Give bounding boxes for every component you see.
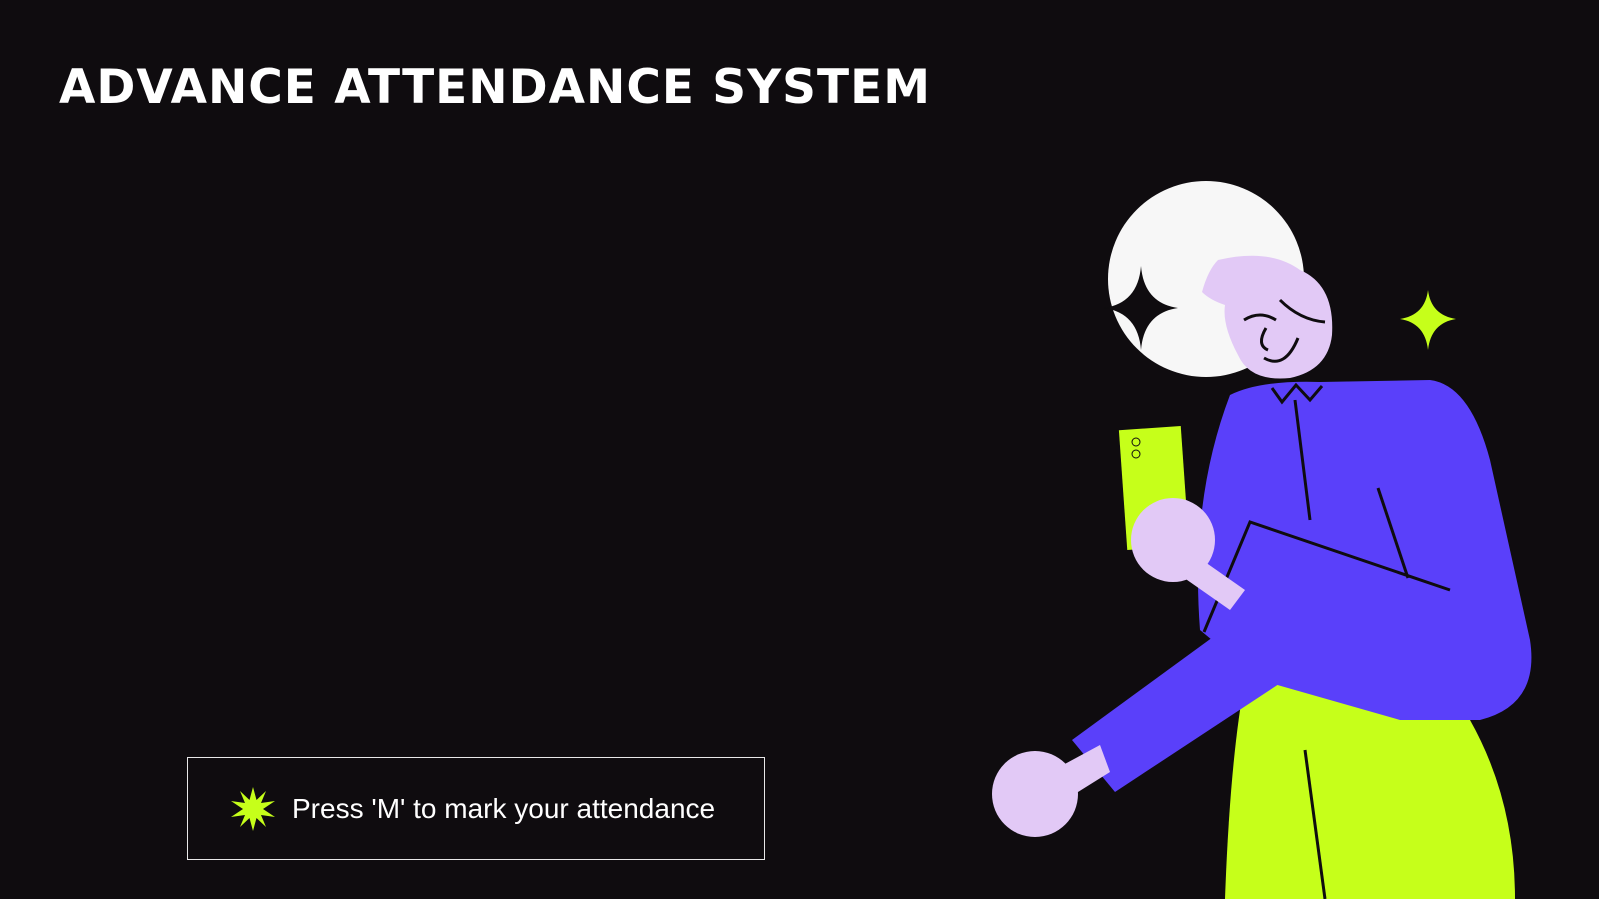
lime-sparkle-icon	[1400, 290, 1456, 350]
starburst-icon	[231, 786, 275, 831]
attendance-prompt: Press 'M' to mark your attendance	[187, 757, 765, 860]
page-title: ADVANCE ATTENDANCE SYSTEM	[59, 60, 931, 115]
person-with-phone-illustration	[992, 181, 1532, 899]
app-screen: ADVANCE ATTENDANCE SYSTEM Press 'M' to m…	[0, 0, 1599, 899]
prompt-text: Press 'M' to mark your attendance	[292, 792, 716, 824]
